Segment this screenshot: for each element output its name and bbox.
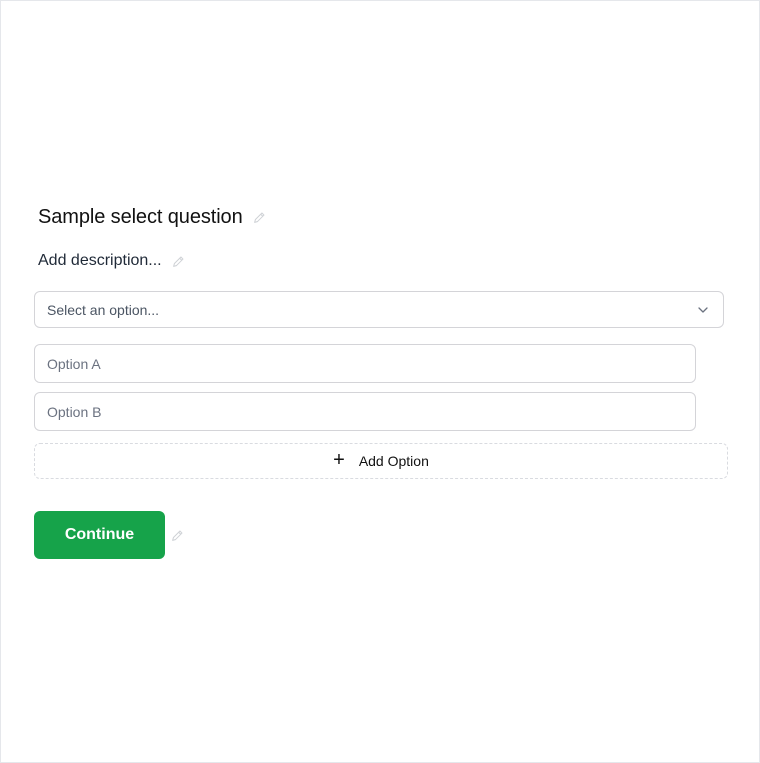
continue-button[interactable]: Continue (34, 511, 165, 559)
add-option-label: Add Option (358, 453, 429, 469)
option-select-dropdown[interactable]: Select an option... (34, 291, 724, 328)
chevron-down-icon (698, 306, 708, 313)
option-b-input[interactable] (34, 392, 696, 431)
plus-icon: + (333, 449, 345, 471)
select-placeholder: Select an option... (47, 301, 160, 318)
edit-title-pencil-icon[interactable] (253, 211, 266, 224)
edit-button-pencil-icon[interactable] (171, 529, 184, 542)
add-option-button[interactable]: + Add Option (34, 443, 728, 479)
edit-description-pencil-icon[interactable] (172, 255, 185, 268)
continue-row: Continue (34, 511, 184, 559)
form-canvas: Sample select question Add description..… (0, 0, 760, 763)
option-a-input[interactable] (34, 344, 696, 383)
question-title-row: Sample select question (38, 206, 266, 229)
question-description-row: Add description... (38, 252, 185, 270)
question-description[interactable]: Add description... (38, 252, 162, 270)
question-title[interactable]: Sample select question (38, 206, 243, 229)
